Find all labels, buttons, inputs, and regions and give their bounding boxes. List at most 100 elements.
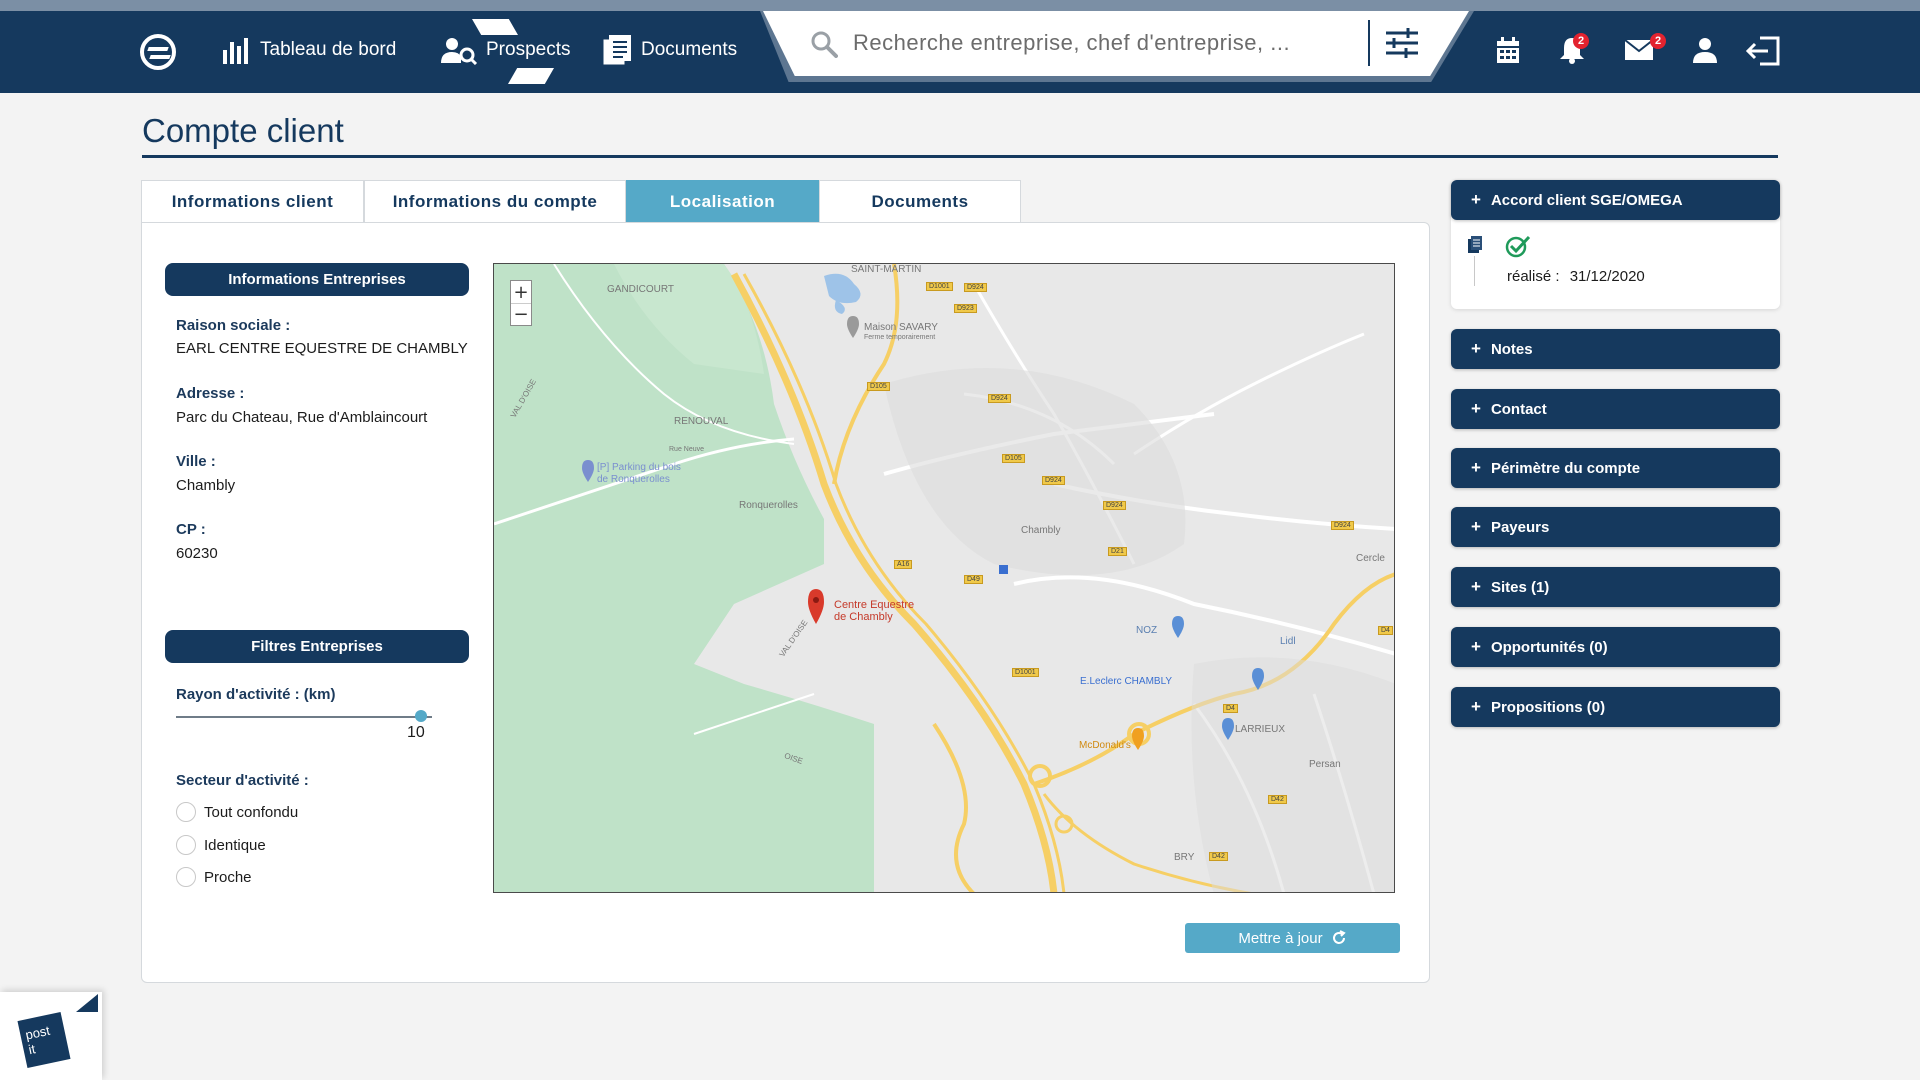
pin-label-line: de Chambly — [834, 611, 893, 623]
accord-status: réalisé : 31/12/2020 — [1507, 268, 1645, 285]
map-label: LARRIEUX — [1235, 724, 1286, 735]
section-label: Périmètre du compte — [1490, 459, 1641, 477]
road-tag: D924 — [964, 283, 987, 292]
section-payeurs[interactable]: + Payeurs — [1451, 507, 1780, 547]
section-label: Sites (1) — [1490, 578, 1550, 596]
road-tag: D105 — [1002, 454, 1025, 463]
app-logo-icon[interactable] — [140, 34, 176, 70]
secteur-option-tout-confondu[interactable]: Tout confondu — [176, 802, 298, 822]
nav-label: Documents — [641, 39, 738, 60]
map-label: Rue Neuve — [669, 446, 705, 453]
section-label: Notes — [1490, 340, 1533, 358]
zoom-in-button[interactable]: + — [511, 281, 531, 303]
user-icon[interactable] — [1692, 36, 1718, 64]
nav-documents[interactable]: Documents — [601, 30, 737, 70]
road-tag: A16 — [894, 560, 913, 569]
section-opportunites[interactable]: + Opportunités (0) — [1451, 627, 1780, 667]
section-label: Propositions (0) — [1490, 698, 1606, 716]
map-label: Maison SAVARY — [864, 322, 938, 333]
rayon-label: Rayon d'activité : (km) — [176, 686, 336, 703]
tab-bar: Informations client Informations du comp… — [141, 180, 1021, 223]
section-perimetre-du-compte[interactable]: + Périmètre du compte — [1451, 448, 1780, 488]
update-button[interactable]: Mettre à jour — [1185, 923, 1400, 953]
plus-icon: + — [1471, 637, 1481, 656]
road-tag: D923 — [954, 304, 977, 313]
tab-informations-client[interactable]: Informations client — [141, 180, 364, 223]
road-tag: D4 — [1378, 626, 1393, 635]
plus-icon: + — [1471, 577, 1481, 596]
plus-icon: + — [1471, 697, 1481, 716]
map-label: Lidl — [1280, 636, 1296, 647]
road-tag: D1001 — [1012, 668, 1039, 677]
accord-client-title: Accord client SGE/OMEGA — [1490, 191, 1683, 209]
map-canvas — [494, 264, 1394, 892]
plus-icon: + — [1471, 190, 1481, 209]
plus-icon: + — [1471, 458, 1481, 477]
refresh-icon — [1332, 930, 1346, 944]
accord-client-header[interactable]: + Accord client SGE/OMEGA — [1451, 180, 1780, 220]
radio-label: Identique — [204, 836, 266, 854]
road-tag: D21 — [1108, 547, 1127, 556]
map-label: Ronquerolles — [739, 500, 798, 511]
plus-icon: + — [1471, 339, 1481, 358]
map-label: [P] Parking du bois — [597, 462, 681, 473]
ville-value: Chambly — [176, 477, 236, 494]
secteur-option-proche[interactable]: Proche — [176, 867, 252, 887]
logout-icon[interactable] — [1746, 36, 1780, 66]
nav-label: Tableau de bord — [260, 39, 397, 60]
section-informations-entreprises: Informations Entreprises — [165, 263, 469, 296]
radio-button[interactable] — [176, 867, 196, 887]
map-label: Cercle — [1356, 553, 1385, 564]
check-circle-icon — [1505, 235, 1531, 258]
location-map[interactable]: + − SAINT-MARTIN GANDICOURT Maison SAVAR… — [493, 263, 1395, 893]
section-label: Payeurs — [1490, 518, 1550, 536]
nav-tableau-de-bord[interactable]: Tableau de bord — [222, 30, 396, 70]
post-it-fold — [76, 994, 98, 1012]
section-sites[interactable]: + Sites (1) — [1451, 567, 1780, 607]
section-filtres-entreprises: Filtres Entreprises — [165, 630, 469, 663]
radio-label: Proche — [204, 868, 252, 886]
search-divider — [1368, 20, 1370, 66]
secteur-option-identique[interactable]: Identique — [176, 835, 266, 855]
adresse-label: Adresse : — [176, 385, 245, 402]
section-propositions[interactable]: + Propositions (0) — [1451, 687, 1780, 727]
tab-documents[interactable]: Documents — [819, 180, 1021, 223]
cp-label: CP : — [176, 521, 206, 538]
zoom-out-button[interactable]: − — [511, 303, 531, 325]
road-tag: D1001 — [926, 282, 953, 291]
section-notes[interactable]: + Notes — [1451, 329, 1780, 369]
map-label: McDonald's — [1079, 740, 1131, 751]
tab-informations-du-compte[interactable]: Informations du compte — [364, 180, 626, 223]
map-label: GANDICOURT — [607, 284, 675, 295]
document-icon — [1468, 236, 1482, 253]
accord-status-label: réalisé : — [1507, 268, 1560, 285]
map-label: Chambly — [1021, 525, 1061, 536]
map-zoom-controls: + − — [510, 280, 532, 326]
sliders-filter-icon[interactable] — [1384, 28, 1420, 58]
road-tag: D924 — [1331, 521, 1354, 530]
road-tag: D4 — [1223, 704, 1238, 713]
rayon-slider-thumb[interactable] — [415, 710, 427, 722]
radio-label: Tout confondu — [204, 803, 299, 821]
messages-badge: 2 — [1650, 33, 1666, 49]
map-label: Ferme temporairement — [864, 334, 936, 341]
section-contact[interactable]: + Contact — [1451, 389, 1780, 429]
raison-sociale-value: EARL CENTRE EQUESTRE DE CHAMBLY — [176, 340, 468, 357]
location-pin-label: Centre Equestre de Chambly — [834, 599, 914, 623]
calendar-icon[interactable] — [1496, 36, 1520, 64]
plus-icon: + — [1471, 399, 1481, 418]
radio-button[interactable] — [176, 835, 196, 855]
page-title: Compte client — [142, 112, 344, 149]
search-input[interactable] — [853, 24, 1353, 62]
radio-button[interactable] — [176, 802, 196, 822]
nav-prospects[interactable]: Prospects — [440, 30, 570, 70]
tab-localisation[interactable]: Localisation — [626, 180, 819, 223]
top-stripe — [0, 0, 1920, 11]
adresse-value: Parc du Chateau, Rue d'Amblaincourt — [176, 409, 428, 426]
update-button-label: Mettre à jour — [1238, 929, 1323, 947]
map-label: NOZ — [1136, 625, 1158, 636]
search-icon[interactable] — [810, 30, 838, 58]
rayon-slider-track[interactable] — [176, 716, 432, 718]
road-tag: D42 — [1268, 795, 1287, 804]
section-label: Opportunités (0) — [1490, 638, 1608, 656]
